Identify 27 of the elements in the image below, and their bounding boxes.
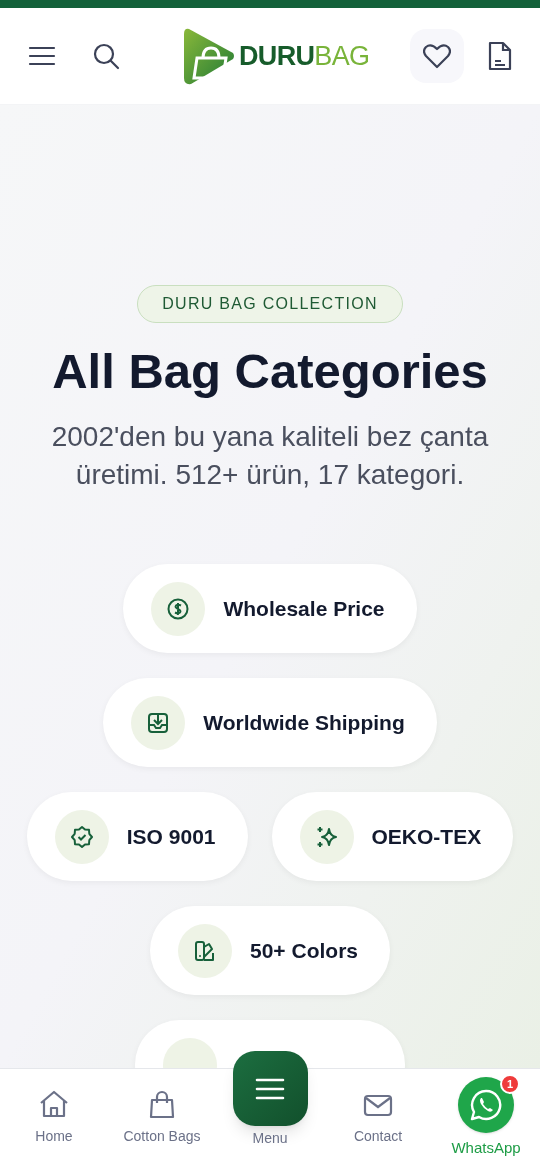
page-title: All Bag Categories <box>52 343 488 400</box>
feature-label: Worldwide Shipping <box>203 710 406 736</box>
nav-link[interactable]: Home <box>0 1069 108 1147</box>
swatch-icon <box>193 938 217 963</box>
menu-icon <box>255 1077 285 1100</box>
feature-label: OEKO-TEX <box>371 824 483 850</box>
notification-badge: 1 <box>500 1074 520 1094</box>
favorites-button[interactable] <box>410 29 464 83</box>
page-subtitle: 2002'den bu yana kaliteli bez çanta üretimi. 512+ ürün, 17 kategori. <box>50 420 490 493</box>
download-tray-icon <box>146 710 171 735</box>
collection-badge: DURU BAG COLLECTION <box>137 285 403 323</box>
nav-link[interactable]: Contact <box>324 1069 432 1147</box>
search-icon[interactable] <box>92 42 120 70</box>
feature-label: ISO 9001 <box>126 824 217 850</box>
document-icon[interactable] <box>488 41 512 71</box>
dollar-icon <box>166 596 191 621</box>
logo-text: DURU <box>239 43 315 70</box>
feature-label: Wholesale Price <box>223 596 386 622</box>
whatsapp-icon <box>469 1088 503 1122</box>
nav-link[interactable]: Cotton Bags <box>108 1069 216 1147</box>
whatsapp-link[interactable]: 1 WhatsApp <box>432 1069 540 1160</box>
logo-icon <box>183 28 235 85</box>
badge-check-icon <box>69 824 94 849</box>
menu-icon[interactable] <box>28 46 56 66</box>
logo-text: BAG <box>314 43 370 70</box>
feature-label: 50+ Colors <box>250 938 359 964</box>
heart-icon <box>423 43 451 69</box>
